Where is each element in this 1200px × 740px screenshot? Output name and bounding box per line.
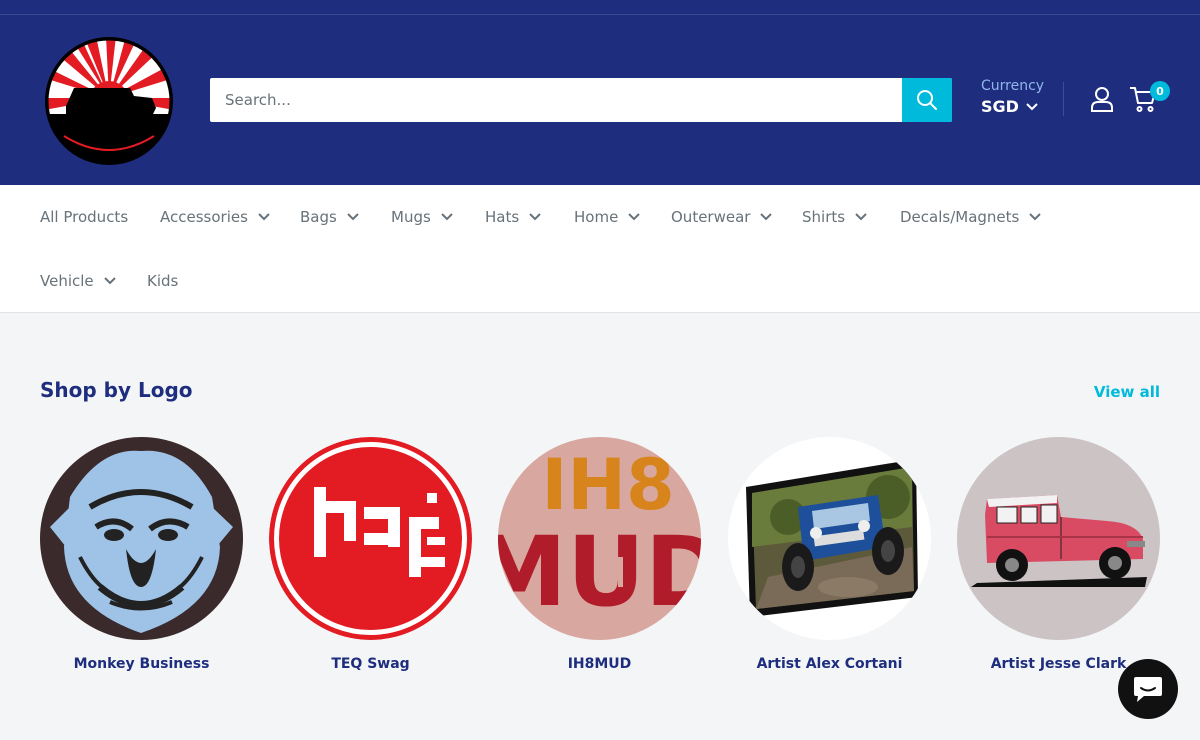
collection-title: Monkey Business	[73, 656, 210, 672]
nav-item-hats[interactable]: Hats	[485, 208, 541, 226]
chevron-down-icon	[258, 213, 270, 221]
chevron-down-icon	[103, 277, 116, 285]
chat-button[interactable]	[1118, 659, 1178, 719]
header-divider	[1063, 82, 1064, 116]
nav-item-outerwear[interactable]: Outerwear	[671, 208, 773, 226]
nav-item-bags[interactable]: Bags	[300, 208, 359, 226]
nav-item-label: Kids	[147, 272, 179, 290]
collection-image	[957, 437, 1160, 640]
currency-label: Currency	[981, 78, 1045, 94]
collection-title: TEQ Swag	[331, 656, 410, 672]
collection-card-artist-jesse-clark[interactable]: Artist Jesse Clark	[957, 437, 1160, 672]
nav-item-shirts[interactable]: Shirts	[802, 208, 867, 226]
nav-item-vehicle[interactable]: Vehicle	[40, 272, 116, 290]
nav-item-label: Mugs	[391, 208, 431, 226]
nav-item-accessories[interactable]: Accessories	[160, 208, 270, 226]
currency-dropdown[interactable]: SGD	[981, 97, 1044, 116]
collection-image	[40, 437, 243, 640]
announcement-divider	[0, 14, 1200, 15]
chevron-down-icon	[855, 213, 867, 221]
chevron-down-icon	[1029, 213, 1042, 221]
nav-item-decals-magnets[interactable]: Decals/Magnets	[900, 208, 1042, 226]
main-navigation: All Products Accessories Bags Mugs Hats …	[0, 185, 1200, 313]
search-button[interactable]	[902, 78, 952, 122]
currency-selector[interactable]: Currency SGD	[981, 78, 1044, 116]
collection-card-teq-swag[interactable]: TEQ Swag	[269, 437, 472, 672]
search-input[interactable]	[210, 78, 902, 122]
account-icon[interactable]	[1090, 86, 1114, 116]
chevron-down-icon	[529, 213, 541, 221]
chevron-down-icon	[628, 213, 641, 221]
nav-item-label: Shirts	[802, 208, 846, 226]
view-all-link[interactable]: View all	[1094, 383, 1160, 401]
search-bar	[210, 78, 952, 122]
nav-item-label: All Products	[40, 208, 129, 226]
section-title: Shop by Logo	[40, 378, 193, 402]
collection-card-ih8mud[interactable]: IH8 MUD IH8MUD	[498, 437, 701, 672]
store-logo[interactable]	[44, 36, 174, 166]
nav-item-mugs[interactable]: Mugs	[391, 208, 453, 226]
nav-item-label: Accessories	[160, 208, 248, 226]
collection-card-artist-alex-cortani[interactable]: Artist Alex Cortani	[728, 437, 931, 672]
chevron-down-icon	[441, 213, 453, 221]
nav-item-home[interactable]: Home	[574, 208, 641, 226]
collection-image	[269, 437, 472, 640]
nav-item-label: Bags	[300, 208, 337, 226]
nav-item-label: Decals/Magnets	[900, 208, 1020, 226]
nav-item-label: Vehicle	[40, 272, 94, 290]
currency-value: SGD	[981, 97, 1019, 116]
nav-item-all-products[interactable]: All Products	[40, 208, 128, 226]
chevron-down-icon	[760, 213, 773, 221]
nav-item-label: Outerwear	[671, 208, 751, 226]
image-text-ih8: IH8	[541, 444, 674, 526]
search-icon	[917, 90, 937, 110]
collection-title: Artist Alex Cortani	[756, 656, 903, 672]
collection-title: IH8MUD	[567, 656, 632, 672]
collection-image	[728, 437, 931, 640]
nav-item-label: Hats	[485, 208, 520, 226]
chevron-down-icon	[347, 213, 359, 221]
cart-count-badge: 0	[1150, 81, 1170, 101]
chat-icon	[1134, 677, 1162, 702]
chevron-down-icon	[1026, 102, 1038, 110]
collection-image: IH8 MUD	[498, 437, 701, 640]
collection-card-monkey-business[interactable]: Monkey Business	[40, 437, 243, 672]
nav-item-kids[interactable]: Kids	[147, 272, 178, 290]
nav-item-label: Home	[574, 208, 619, 226]
